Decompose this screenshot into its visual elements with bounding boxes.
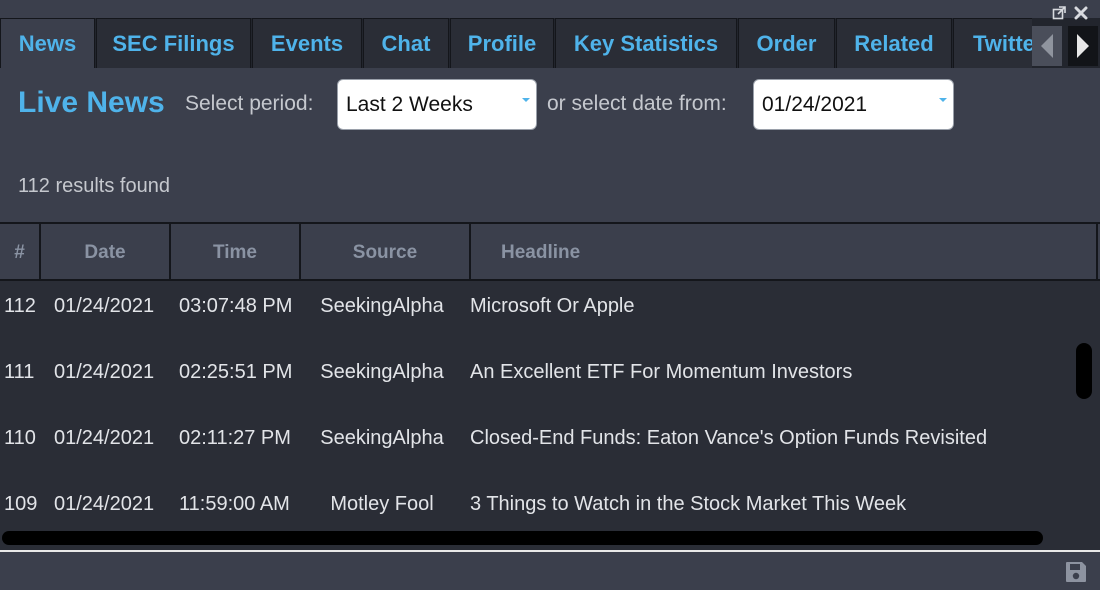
tab-sec-filings[interactable]: SEC Filings bbox=[96, 18, 251, 68]
cell-time: 02:11:27 PM bbox=[179, 426, 291, 449]
column-header-source[interactable]: Source bbox=[301, 224, 471, 281]
tab-scroll-right-button[interactable] bbox=[1068, 26, 1098, 66]
cell-headline[interactable]: An Excellent ETF For Momentum Investors bbox=[470, 352, 852, 392]
chevron-down-icon bbox=[939, 98, 947, 102]
cell-number: 110 bbox=[4, 426, 36, 449]
table-header: # Date Time Source Headline bbox=[0, 222, 1100, 281]
cell-date: 01/24/2021 bbox=[54, 360, 155, 383]
cell-time: 02:25:51 PM bbox=[179, 360, 293, 383]
cell-source: Motley Fool bbox=[330, 492, 434, 515]
column-header-number[interactable]: # bbox=[0, 224, 41, 281]
tab-events[interactable]: Events bbox=[252, 18, 362, 68]
cell-date: 01/24/2021 bbox=[54, 492, 155, 515]
page-title: Live News bbox=[18, 86, 165, 119]
tab-news[interactable]: News bbox=[0, 18, 95, 68]
cell-number: 111 bbox=[4, 360, 35, 383]
triangle-right-icon bbox=[1077, 34, 1089, 58]
cell-source: SeekingAlpha bbox=[320, 294, 444, 317]
cell-headline[interactable]: Microsoft Or Apple bbox=[470, 286, 635, 326]
tab-list: News SEC Filings Events Chat Profile Key… bbox=[0, 18, 1032, 68]
cell-headline[interactable]: 3 Things to Watch in the Stock Market Th… bbox=[470, 484, 906, 524]
tab-profile[interactable]: Profile bbox=[450, 18, 554, 68]
tab-bar: News SEC Filings Events Chat Profile Key… bbox=[0, 18, 1100, 68]
column-header-date[interactable]: Date bbox=[41, 224, 171, 281]
tab-scroll-left-button[interactable] bbox=[1032, 26, 1062, 66]
table-row[interactable]: 112 01/24/2021 03:07:48 PM SeekingAlpha … bbox=[0, 286, 1070, 352]
cell-time: 03:07:48 PM bbox=[179, 294, 293, 317]
date-label: or select date from: bbox=[547, 92, 727, 115]
table-row[interactable]: 111 01/24/2021 02:25:51 PM SeekingAlpha … bbox=[0, 352, 1070, 418]
tab-related[interactable]: Related bbox=[836, 18, 952, 68]
cell-source: SeekingAlpha bbox=[320, 360, 444, 383]
tab-order[interactable]: Order bbox=[738, 18, 835, 68]
table-row[interactable]: 110 01/24/2021 02:11:27 PM SeekingAlpha … bbox=[0, 418, 1070, 484]
tab-twitter[interactable]: Twitter bbox=[953, 18, 1032, 68]
cell-time: 11:59:00 AM bbox=[179, 492, 290, 515]
popout-icon[interactable] bbox=[1052, 6, 1066, 20]
date-select-value: 01/24/2021 bbox=[762, 92, 868, 116]
cell-date: 01/24/2021 bbox=[54, 294, 155, 317]
cell-number: 109 bbox=[4, 492, 38, 515]
period-select-value: Last 2 Weeks bbox=[346, 92, 473, 116]
period-select[interactable]: Last 2 Weeks bbox=[337, 79, 537, 130]
period-label: Select period: bbox=[185, 92, 314, 115]
chevron-down-icon bbox=[522, 98, 530, 102]
triangle-left-icon bbox=[1041, 34, 1053, 58]
save-icon[interactable] bbox=[1064, 560, 1088, 584]
footer-divider bbox=[0, 550, 1100, 552]
column-header-headline[interactable]: Headline bbox=[471, 224, 1098, 281]
cell-date: 01/24/2021 bbox=[54, 426, 155, 449]
date-select[interactable]: 01/24/2021 bbox=[753, 79, 954, 130]
column-header-time[interactable]: Time bbox=[171, 224, 301, 281]
cell-number: 112 bbox=[4, 294, 36, 317]
vertical-scrollbar[interactable] bbox=[1076, 343, 1092, 399]
tab-chat[interactable]: Chat bbox=[363, 18, 449, 68]
horizontal-scrollbar[interactable] bbox=[2, 531, 1043, 545]
cell-source: SeekingAlpha bbox=[320, 426, 444, 449]
close-icon[interactable] bbox=[1074, 6, 1088, 20]
tab-key-statistics[interactable]: Key Statistics bbox=[555, 18, 737, 68]
results-count: 112 results found bbox=[18, 175, 170, 197]
news-table: # Date Time Source Headline 112 01/24/20… bbox=[0, 222, 1100, 550]
cell-headline[interactable]: Closed-End Funds: Eaton Vance's Option F… bbox=[470, 418, 987, 458]
window-controls bbox=[1052, 6, 1088, 20]
